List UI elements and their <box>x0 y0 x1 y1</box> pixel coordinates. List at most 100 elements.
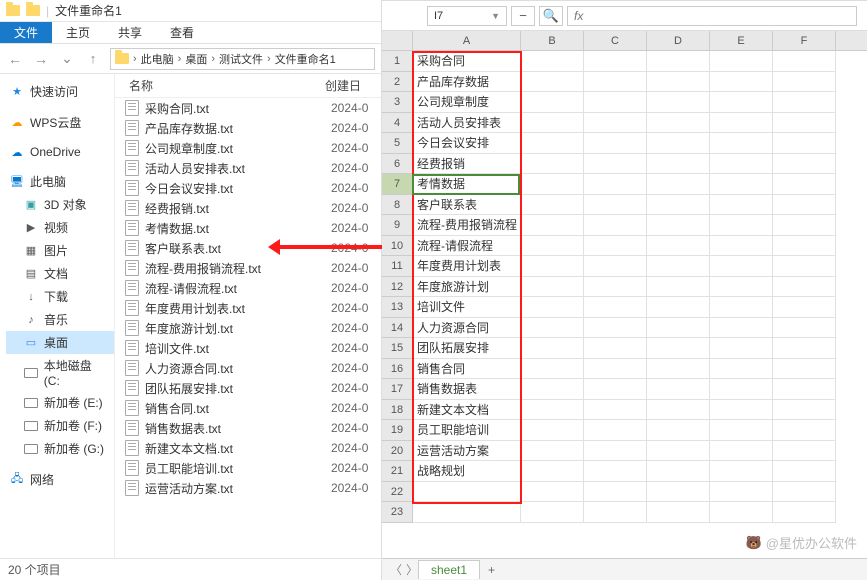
cell[interactable] <box>647 92 710 113</box>
cell[interactable] <box>584 482 647 503</box>
cell[interactable] <box>710 113 773 134</box>
cell[interactable] <box>773 400 836 421</box>
forward-button[interactable]: → <box>32 51 50 67</box>
file-row[interactable]: 考情数据.txt2024-0 <box>115 218 381 238</box>
cell[interactable] <box>584 502 647 523</box>
address-bar[interactable]: › 此电脑 › 桌面 › 测试文件 › 文件重命名1 <box>110 48 375 70</box>
sheet-tab[interactable]: sheet1 <box>418 560 480 579</box>
cell[interactable]: 团队拓展安排 <box>413 338 521 359</box>
cell[interactable] <box>773 72 836 93</box>
cell[interactable] <box>584 359 647 380</box>
cell[interactable] <box>521 482 584 503</box>
cell[interactable] <box>647 297 710 318</box>
row-header[interactable]: 16 <box>382 359 413 380</box>
cell[interactable] <box>710 72 773 93</box>
cell[interactable] <box>584 174 647 195</box>
cell[interactable] <box>521 236 584 257</box>
cell[interactable] <box>647 215 710 236</box>
zoom-button[interactable]: 🔍 <box>539 6 563 26</box>
cell[interactable] <box>521 92 584 113</box>
cell[interactable] <box>773 441 836 462</box>
cell[interactable] <box>647 113 710 134</box>
cell[interactable] <box>584 420 647 441</box>
tab-nav-next[interactable]: 〉 <box>402 561 418 578</box>
file-row[interactable]: 流程-请假流程.txt2024-0 <box>115 278 381 298</box>
cell[interactable] <box>584 461 647 482</box>
cell[interactable]: 产品库存数据 <box>413 72 521 93</box>
cell[interactable]: 新建文本文档 <box>413 400 521 421</box>
cell[interactable] <box>647 51 710 72</box>
row-header[interactable]: 9 <box>382 215 413 236</box>
row-header[interactable]: 14 <box>382 318 413 339</box>
cell[interactable]: 销售数据表 <box>413 379 521 400</box>
sidebar-disk-e[interactable]: 新加卷 (E:) <box>6 391 114 414</box>
cell[interactable] <box>773 297 836 318</box>
col-header[interactable]: C <box>584 31 647 50</box>
cell[interactable] <box>521 72 584 93</box>
file-row[interactable]: 新建文本文档.txt2024-0 <box>115 438 381 458</box>
cell[interactable] <box>710 174 773 195</box>
file-row[interactable]: 产品库存数据.txt2024-0 <box>115 118 381 138</box>
cell[interactable] <box>584 154 647 175</box>
cell[interactable] <box>521 133 584 154</box>
cell[interactable] <box>521 113 584 134</box>
cell[interactable]: 运营活动方案 <box>413 441 521 462</box>
file-row[interactable]: 运营活动方案.txt2024-0 <box>115 478 381 498</box>
cell[interactable] <box>773 482 836 503</box>
cell[interactable]: 年度费用计划表 <box>413 256 521 277</box>
cell[interactable] <box>647 482 710 503</box>
tab-nav-prev[interactable]: 〈 <box>386 561 402 578</box>
cell[interactable] <box>413 502 521 523</box>
cell[interactable] <box>584 236 647 257</box>
sidebar-music[interactable]: ♪音乐 <box>6 308 114 331</box>
cell[interactable] <box>710 318 773 339</box>
cell[interactable] <box>521 174 584 195</box>
row-header[interactable]: 23 <box>382 502 413 523</box>
cell[interactable] <box>647 236 710 257</box>
row-header[interactable]: 5 <box>382 133 413 154</box>
cell[interactable] <box>521 359 584 380</box>
row-header[interactable]: 8 <box>382 195 413 216</box>
cell[interactable] <box>647 441 710 462</box>
cell[interactable] <box>710 92 773 113</box>
cell[interactable] <box>710 338 773 359</box>
col-header[interactable]: D <box>647 31 710 50</box>
row-header[interactable]: 2 <box>382 72 413 93</box>
dropdown-history[interactable]: ⌄ <box>58 50 76 67</box>
row-header[interactable]: 3 <box>382 92 413 113</box>
cell[interactable] <box>773 174 836 195</box>
sidebar-documents[interactable]: ▤文档 <box>6 262 114 285</box>
cell[interactable] <box>647 502 710 523</box>
file-row[interactable]: 经费报销.txt2024-0 <box>115 198 381 218</box>
back-button[interactable]: ← <box>6 51 24 67</box>
cell[interactable] <box>773 379 836 400</box>
col-header[interactable]: F <box>773 31 836 50</box>
row-header[interactable]: 1 <box>382 51 413 72</box>
col-header[interactable]: B <box>521 31 584 50</box>
cell[interactable]: 流程-费用报销流程 <box>413 215 521 236</box>
cell[interactable] <box>710 297 773 318</box>
cell[interactable] <box>773 359 836 380</box>
cell[interactable] <box>710 154 773 175</box>
cell[interactable] <box>584 277 647 298</box>
name-box[interactable]: I7▼ <box>427 6 507 26</box>
cell[interactable] <box>773 256 836 277</box>
row-header[interactable]: 10 <box>382 236 413 257</box>
formula-bar[interactable]: fx <box>567 6 857 26</box>
row-header[interactable]: 4 <box>382 113 413 134</box>
cell[interactable] <box>773 236 836 257</box>
cell[interactable] <box>647 195 710 216</box>
cell[interactable]: 采购合同 <box>413 51 521 72</box>
cell[interactable] <box>521 338 584 359</box>
cell[interactable] <box>710 277 773 298</box>
file-row[interactable]: 员工职能培训.txt2024-0 <box>115 458 381 478</box>
cell[interactable] <box>521 215 584 236</box>
cell[interactable] <box>647 359 710 380</box>
cell[interactable] <box>710 195 773 216</box>
cell[interactable] <box>521 379 584 400</box>
cell[interactable] <box>584 400 647 421</box>
row-header[interactable]: 17 <box>382 379 413 400</box>
cell[interactable] <box>521 502 584 523</box>
cell[interactable] <box>584 92 647 113</box>
file-row[interactable]: 活动人员安排表.txt2024-0 <box>115 158 381 178</box>
